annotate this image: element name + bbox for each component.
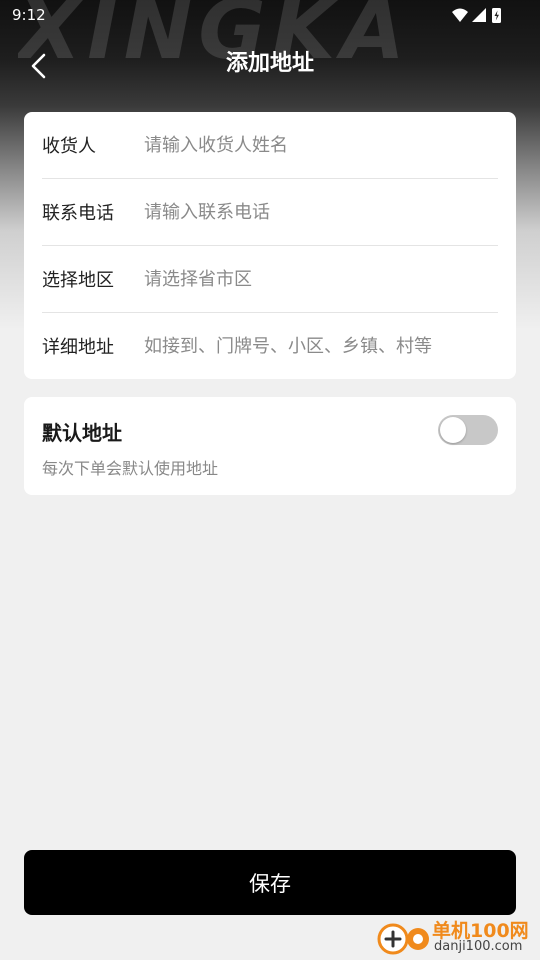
signal-icon — [472, 8, 486, 22]
watermark-logo-icon — [377, 923, 429, 955]
form-row-phone: 联系电话 — [42, 179, 498, 246]
nav-bar: 添加地址 — [0, 36, 540, 92]
toggle-knob — [440, 417, 466, 443]
page-title: 添加地址 — [225, 51, 314, 76]
status-time: 9:12 — [12, 6, 46, 24]
form-row-region: 选择地区 — [42, 246, 498, 313]
save-button[interactable]: 保存 — [24, 850, 516, 915]
watermark-site-url: danji100.com — [434, 939, 523, 954]
form-row-detail-address: 详细地址 — [42, 313, 498, 379]
default-address-title: 默认地址 — [42, 421, 122, 445]
form-row-recipient: 收货人 — [42, 112, 498, 179]
region-label: 选择地区 — [42, 270, 114, 291]
recipient-input[interactable] — [144, 125, 498, 165]
recipient-label: 收货人 — [42, 136, 96, 157]
address-form: 收货人 联系电话 选择地区 详细地址 — [24, 112, 516, 379]
detail-address-input[interactable] — [144, 326, 498, 366]
region-select[interactable] — [144, 259, 498, 299]
status-bar: 9:12 — [0, 0, 540, 32]
detail-address-label: 详细地址 — [42, 337, 114, 358]
site-watermark: 单机100网 danji100.com — [376, 914, 536, 960]
default-address-card: 默认地址 每次下单会默认使用地址 — [24, 397, 516, 495]
phone-label: 联系电话 — [42, 203, 114, 224]
status-icons — [452, 8, 501, 23]
phone-input[interactable] — [144, 192, 498, 232]
default-address-toggle[interactable] — [438, 415, 498, 445]
chevron-left-icon — [31, 53, 46, 79]
back-button[interactable] — [18, 46, 58, 86]
default-address-description: 每次下单会默认使用地址 — [42, 459, 219, 478]
wifi-icon — [452, 8, 468, 22]
